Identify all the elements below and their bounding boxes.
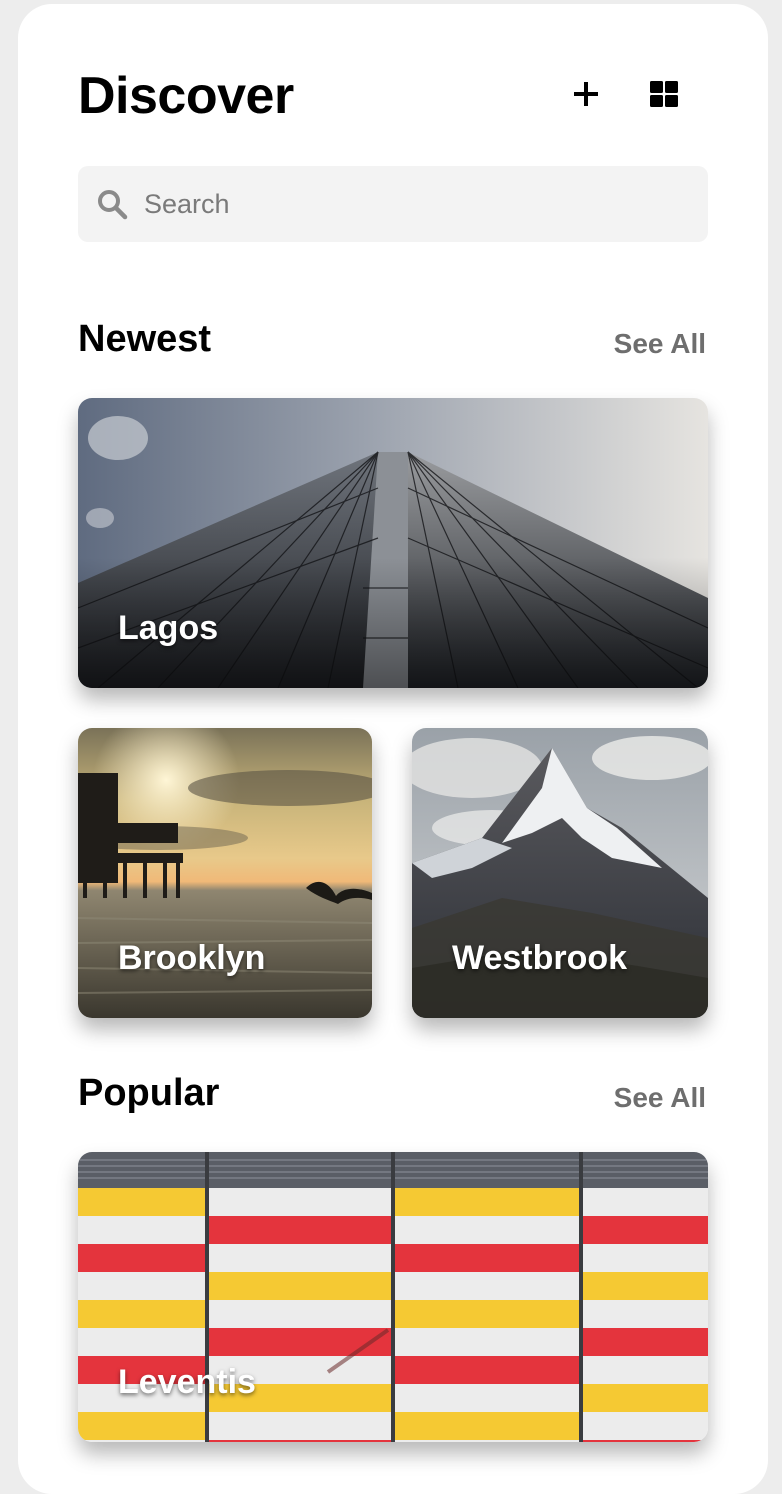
add-button[interactable] xyxy=(566,74,606,114)
card-leventis[interactable]: Leventis xyxy=(78,1152,708,1442)
grid-view-button[interactable] xyxy=(644,74,684,114)
discover-panel: Discover Newest See All xyxy=(18,4,768,1494)
grid-icon xyxy=(650,81,678,107)
popular-see-all-link[interactable]: See All xyxy=(614,1082,706,1114)
search-input[interactable] xyxy=(144,166,684,242)
search-icon xyxy=(98,190,128,220)
card-label: Leventis xyxy=(118,1363,256,1401)
newest-see-all-link[interactable]: See All xyxy=(614,328,706,360)
card-brooklyn[interactable]: Brooklyn xyxy=(78,728,372,1018)
popular-section-title: Popular xyxy=(78,1072,220,1114)
search-bar[interactable] xyxy=(78,166,708,242)
card-label: Westbrook xyxy=(452,939,628,977)
plus-icon xyxy=(574,82,598,106)
page-title: Discover xyxy=(78,67,294,125)
card-lagos[interactable]: Lagos xyxy=(78,398,708,688)
card-westbrook[interactable]: Westbrook xyxy=(412,728,708,1018)
card-label: Brooklyn xyxy=(118,939,266,977)
newest-section-title: Newest xyxy=(78,318,212,360)
card-label: Lagos xyxy=(118,609,219,647)
